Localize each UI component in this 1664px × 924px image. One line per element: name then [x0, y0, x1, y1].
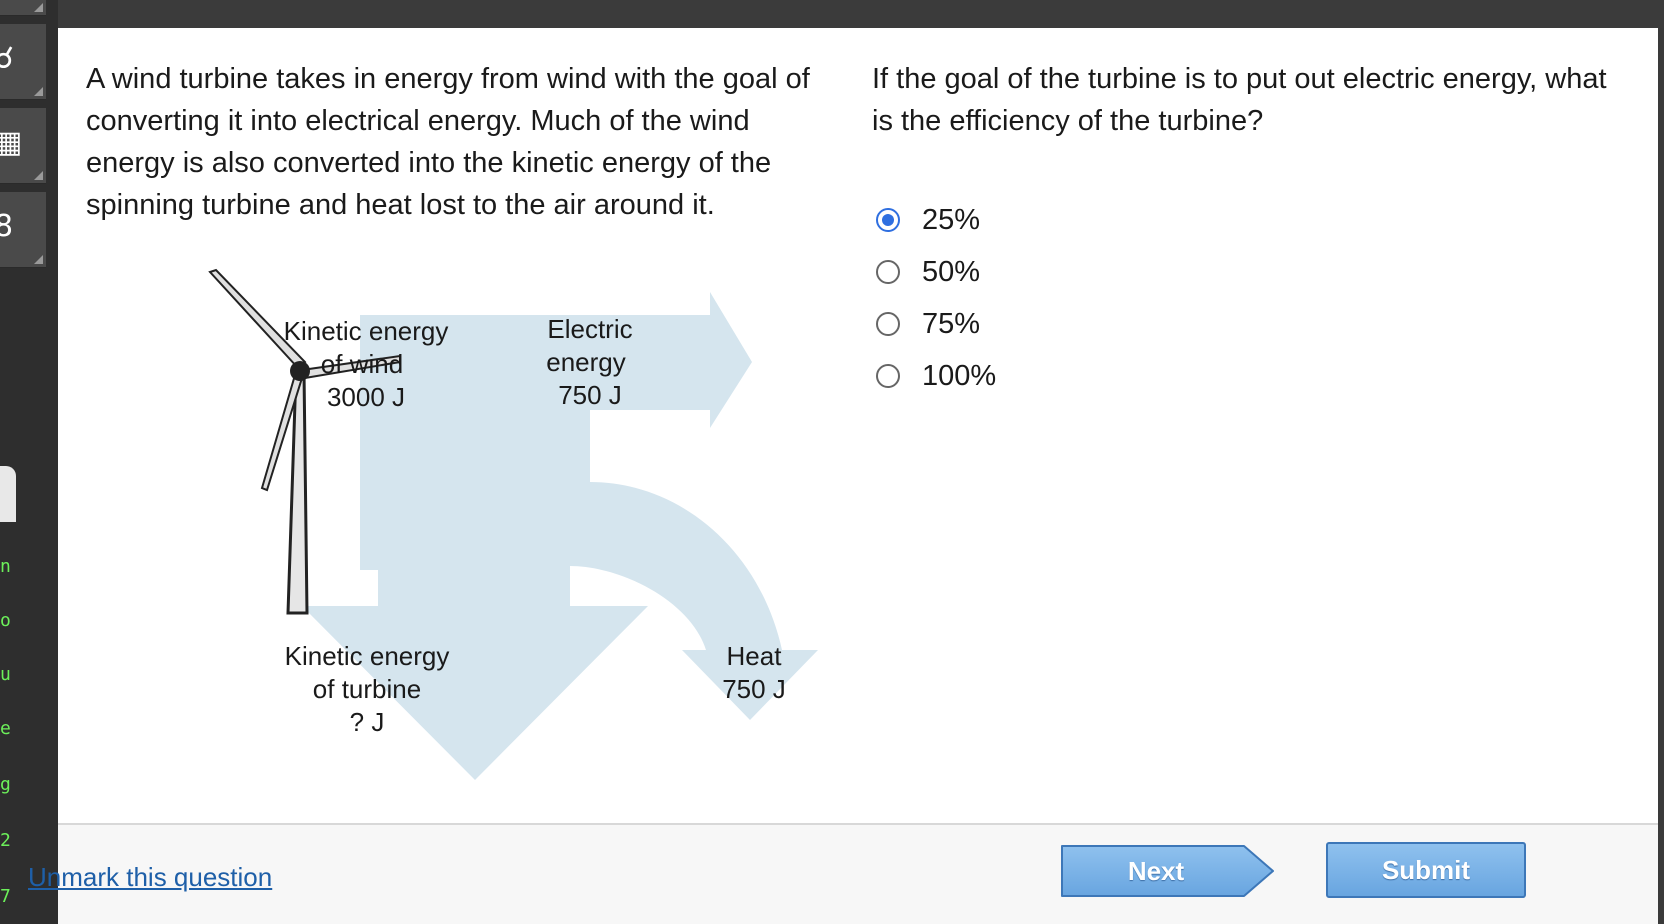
rail-letter: g: [0, 774, 11, 795]
option-label: 75%: [922, 307, 981, 340]
headphones-icon: ☌: [0, 41, 15, 76]
rail-tool-top[interactable]: [0, 0, 46, 16]
electric-label-line1: Electric: [547, 314, 632, 344]
energy-flow-diagram: Kinetic energy of wind 3000 J Electric e…: [150, 250, 850, 840]
question-stem: If the goal of the turbine is to put out…: [872, 63, 1607, 137]
input-label-line1: Kinetic energy: [284, 316, 449, 346]
headphones-tool[interactable]: ☌: [0, 24, 46, 100]
calculator-tool[interactable]: ▦: [0, 108, 46, 184]
calculator-icon: ▦: [0, 125, 23, 160]
radio-button[interactable]: [876, 208, 900, 232]
expand-corner-icon: [34, 255, 43, 264]
question-panel: A wind turbine takes in energy from wind…: [58, 28, 1658, 924]
submit-button[interactable]: Submit: [1326, 842, 1526, 898]
turbine-value: ? J: [350, 707, 385, 737]
rail-letter: e: [0, 718, 11, 739]
turbine-label-line2: of turbine: [313, 674, 421, 704]
reference-tool[interactable]: 8: [0, 192, 46, 268]
passage-text: A wind turbine takes in energy from wind…: [86, 63, 810, 221]
next-button[interactable]: Next: [1060, 843, 1276, 899]
option-50[interactable]: 50%: [876, 246, 996, 298]
heat-value: 750 J: [722, 674, 786, 704]
next-button-label: Next: [1127, 856, 1185, 886]
rail-tab[interactable]: [0, 466, 16, 522]
option-label: 25%: [922, 203, 981, 236]
electric-value: 750 J: [558, 380, 622, 410]
expand-corner-icon: [34, 87, 43, 96]
reference-icon: 8: [0, 209, 14, 244]
rail-letter: o: [0, 610, 11, 631]
expand-corner-icon: [34, 171, 43, 180]
option-25[interactable]: 25%: [876, 194, 996, 246]
turbine-hub: [290, 361, 310, 381]
rail-letter: u: [0, 664, 11, 685]
input-value: 3000 J: [327, 382, 405, 412]
radio-button[interactable]: [876, 312, 900, 336]
rail-letter: 2: [0, 830, 11, 851]
rail-letter: 7: [0, 886, 11, 907]
rail-letter: n: [0, 556, 11, 577]
radio-button[interactable]: [876, 364, 900, 388]
option-label: 50%: [922, 255, 981, 288]
input-label-line2: of wind: [321, 349, 403, 379]
heat-label: Heat: [727, 641, 783, 671]
radio-button[interactable]: [876, 260, 900, 284]
turbine-label-line1: Kinetic energy: [285, 641, 450, 671]
top-bar: [0, 0, 1664, 28]
unmark-question-link[interactable]: Unmark this question: [28, 862, 272, 893]
electric-label-line2: energy: [546, 347, 626, 377]
energy-flow-svg: Kinetic energy of wind 3000 J Electric e…: [208, 268, 818, 780]
option-75[interactable]: 75%: [876, 298, 996, 350]
option-100[interactable]: 100%: [876, 350, 996, 402]
option-label: 100%: [922, 359, 997, 392]
expand-corner-icon: [34, 3, 43, 12]
tool-rail: ☌ ▦ 8 n o u e g 2 7: [0, 0, 58, 924]
answer-options: 25% 50% 75% 100%: [876, 194, 996, 402]
